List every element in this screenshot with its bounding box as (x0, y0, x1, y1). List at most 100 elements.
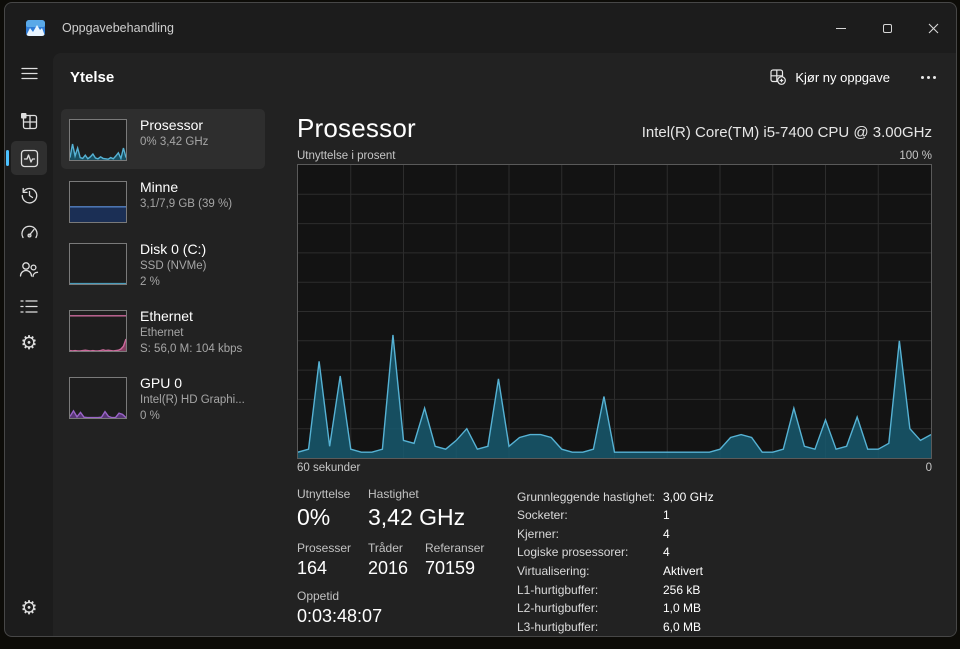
selected-accent-pill (6, 150, 9, 166)
mini-chart-cpu (69, 119, 127, 161)
chart-x-left-label: 60 sekunder (297, 462, 361, 475)
device-item-title: GPU 0 (140, 375, 183, 392)
ellipsis-icon (920, 75, 924, 79)
device-item-text: GPU 0 Intel(R) HD Graphi... 0 % (140, 375, 245, 424)
device-item-ethernet[interactable]: Ethernet Ethernet S: 56,0 M: 104 kbps (61, 300, 265, 365)
hamburger-icon (20, 67, 38, 79)
stat-label: Hastighet (368, 487, 419, 502)
detail-value: 4 (663, 545, 670, 560)
sidebar-item-processes[interactable] (11, 104, 47, 138)
chart-x-right-label: 0 (925, 462, 932, 475)
sidebar-item-details[interactable] (11, 289, 47, 323)
device-item-subline: SSD (NVMe) (140, 260, 207, 272)
detail-label: L1-hurtigbuffer: (517, 582, 599, 597)
detail-value: 1,0 MB (663, 601, 702, 616)
task-manager-window: Oppgavebehandling ⚙ ⚙ Ytelse Kjør ny opp… (4, 2, 957, 637)
sidebar-item-services[interactable]: ⚙ (11, 326, 47, 360)
pane-title: Prosessor (297, 113, 416, 143)
maximize-icon (882, 23, 892, 33)
detail-label: Grunnleggende hastighet: (517, 489, 656, 504)
mini-chart-ethernet (69, 310, 127, 353)
stat-label: Referanser (425, 541, 485, 556)
detail-value: 256 kB (663, 582, 701, 597)
run-new-task-label: Kjør ny oppgave (795, 69, 890, 85)
nav-rail: ⚙ ⚙ (5, 53, 53, 636)
detail-value: 1 (663, 508, 670, 523)
device-item-subline: 2 % (140, 276, 160, 289)
device-item-subline: Ethernet (140, 327, 184, 340)
device-item-memory[interactable]: Minne 3,1/7,9 GB (39 %) (61, 171, 265, 231)
device-item-title: Minne (140, 179, 179, 195)
history-icon (21, 187, 37, 204)
mini-chart-gpu0 (69, 377, 127, 420)
sidebar-item-app-history[interactable] (11, 178, 47, 212)
page-title: Ytelse (70, 68, 115, 86)
close-button[interactable] (910, 3, 956, 53)
settings-button[interactable]: ⚙ (11, 591, 47, 625)
stat-label: Tråder (368, 541, 403, 556)
stat-uptime-value: 0:03:48:07 (297, 606, 383, 627)
cpu-model-name: Intel(R) Core(TM) i5-7400 CPU @ 3.00GHz (641, 124, 932, 141)
content-panel: Ytelse Kjør ny oppgave Prosessor 0% 3,42… (53, 53, 956, 636)
detail-value: Aktivert (663, 563, 704, 578)
maximize-button[interactable] (864, 3, 910, 53)
nav-menu-button[interactable] (11, 56, 47, 90)
device-item-text: Prosessor 0% 3,42 GHz (140, 117, 208, 150)
stat-handles-value: 70159 (425, 558, 476, 579)
stat-threads-value: 2016 (368, 558, 409, 579)
processes-icon (20, 112, 37, 129)
mini-chart-memory (69, 181, 127, 223)
cpu-utilization-chart[interactable] (297, 164, 932, 460)
window-title: Oppgavebehandling (62, 21, 174, 35)
startup-gauge-icon (20, 225, 38, 238)
settings-gear-icon: ⚙ (20, 596, 38, 619)
services-gear-icon: ⚙ (20, 331, 38, 354)
cpu-detail-pane: Prosessor Intel(R) Core(TM) i5-7400 CPU … (269, 101, 956, 636)
detail-value: 3,00 GHz (663, 489, 714, 504)
content-header: Ytelse Kjør ny oppgave (53, 53, 956, 101)
minimize-button[interactable] (818, 3, 864, 53)
device-item-gpu0[interactable]: GPU 0 Intel(R) HD Graphi... 0 % (61, 367, 265, 432)
detail-value: 4 (663, 526, 670, 541)
device-item-title: Prosessor (140, 117, 204, 133)
sidebar-item-performance[interactable] (6, 141, 47, 175)
detail-label: Logiske prosessorer: (517, 545, 629, 560)
mini-chart-disk0 (69, 243, 127, 285)
device-item-text: Disk 0 (C:) SSD (NVMe) 2 % (140, 241, 206, 290)
new-task-icon (770, 69, 787, 85)
close-icon (928, 23, 938, 33)
device-item-subline: 0 % (140, 410, 160, 423)
performance-icon (20, 149, 38, 167)
run-new-task-button[interactable]: Kjør ny oppgave (758, 62, 902, 92)
device-item-subline: 0% 3,42 GHz (140, 136, 209, 148)
minimize-icon (836, 27, 846, 29)
device-item-subline: 3,1/7,9 GB (39 %) (140, 198, 233, 210)
device-item-subline: S: 56,0 M: 104 kbps (140, 343, 243, 356)
device-item-disk0[interactable]: Disk 0 (C:) SSD (NVMe) 2 % (61, 233, 265, 298)
sidebar-item-users[interactable] (11, 252, 47, 286)
detail-label: Socketer: (517, 508, 568, 523)
titlebar: Oppgavebehandling (5, 3, 956, 53)
detail-label: L3-hurtigbuffer: (517, 619, 599, 634)
sidebar-item-startup-apps[interactable] (11, 215, 47, 249)
chart-y-label: Utnyttelse i prosent (297, 150, 396, 163)
users-icon (19, 262, 39, 278)
device-item-title: Disk 0 (C:) (140, 241, 207, 257)
device-item-text: Ethernet Ethernet S: 56,0 M: 104 kbps (140, 308, 242, 357)
detail-value: 6,0 MB (663, 619, 702, 634)
device-item-cpu[interactable]: Prosessor 0% 3,42 GHz (61, 109, 265, 169)
device-list: Prosessor 0% 3,42 GHz Minne 3,1/7,9 GB (39 … (53, 101, 269, 636)
stat-utilization-value: 0% (297, 504, 331, 531)
more-options-button[interactable] (910, 62, 946, 92)
cpu-hardware-details: Grunnleggende hastighet: 3,00 GHz Socketer… (517, 487, 714, 636)
chart-y-max-label: 100 % (899, 150, 932, 163)
stat-label: Oppetid (297, 589, 340, 604)
detail-label: L2-hurtigbuffer: (517, 601, 599, 616)
device-item-subline: Intel(R) HD Graphi... (140, 394, 245, 407)
details-list-icon (20, 299, 38, 313)
stat-label: Utnyttelse (297, 487, 351, 502)
device-item-text: Minne 3,1/7,9 GB (39 %) (140, 179, 232, 212)
device-item-title: Ethernet (140, 308, 193, 325)
app-logo-icon (26, 20, 45, 36)
stat-label: Prosesser (297, 541, 352, 556)
